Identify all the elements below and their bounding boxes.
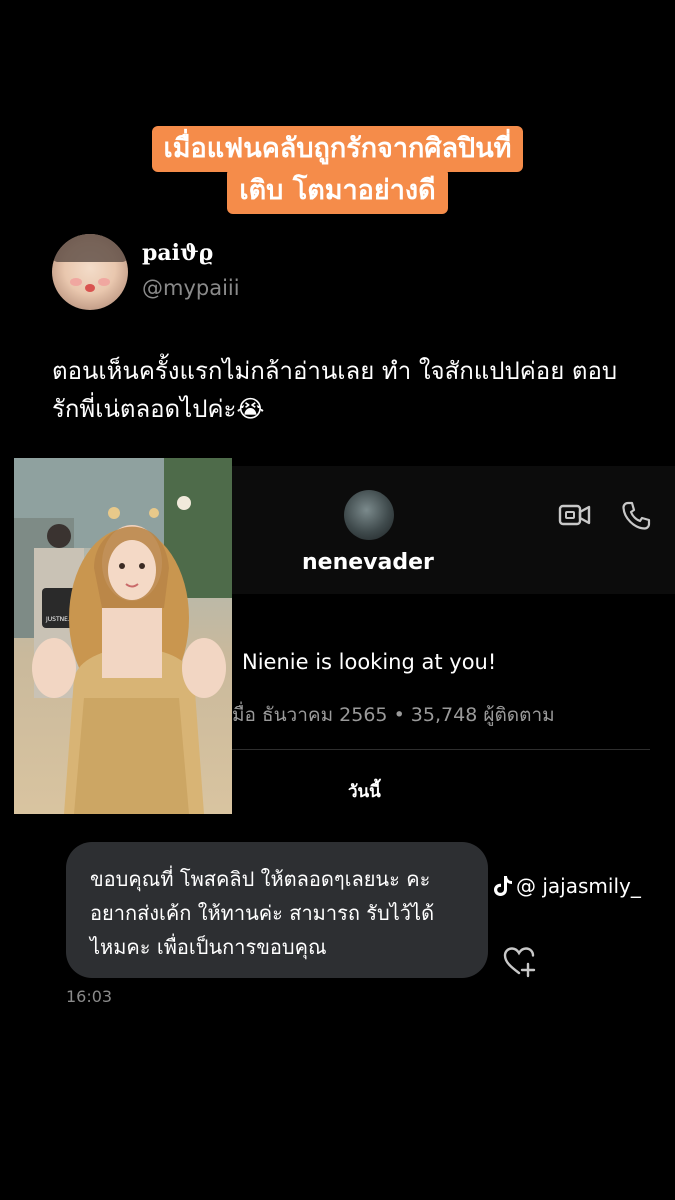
post-text: ตอนเห็นครั้งแรกไม่กล้าอ่านเลย ทำ ใจสักแป… [52, 357, 618, 423]
phone-call-icon[interactable] [620, 500, 652, 532]
chat-header-panel [232, 466, 675, 594]
chat-profile-bio: Nienie is looking at you! [242, 650, 497, 674]
chat-day-label: วันนี้ [348, 782, 381, 802]
artist-photo: JUSTNE. [14, 458, 232, 814]
chat-divider [232, 749, 650, 750]
tiktok-watermark: @ jajasmily_ [493, 871, 641, 901]
chat-message-time: 16:03 [66, 987, 113, 1006]
tiktok-icon [494, 876, 512, 896]
chat-profile-avatar[interactable] [344, 490, 394, 540]
chat-message-text: ขอบคุณที่ โพสคลิป ให้ตลอดๆเลยนะ คะ อยากส… [90, 867, 435, 959]
caption-line-2: เติบ โตมาอย่างดี [227, 168, 448, 214]
video-call-icon[interactable] [558, 502, 592, 528]
chat-profile-meta: มื่อ ธันวาคม 2565 • 35,748 ผู้ติดตาม [232, 704, 555, 726]
user-display-name[interactable]: paiϑϱ [142, 240, 213, 266]
heart-react-icon[interactable] [502, 944, 536, 978]
caption-banner: เมื่อแฟนคลับถูกรักจากศิลปินที่ เติบ โตมา… [0, 126, 675, 214]
watermark-handle: @ jajasmily_ [516, 874, 641, 898]
user-handle[interactable]: @mypaiii [142, 276, 240, 300]
user-avatar[interactable] [52, 234, 128, 310]
chat-message-bubble[interactable]: ขอบคุณที่ โพสคลิป ให้ตลอดๆเลยนะ คะ อยากส… [66, 842, 488, 978]
chat-profile-name[interactable]: nenevader [302, 550, 434, 575]
caption-line-1: เมื่อแฟนคลับถูกรักจากศิลปินที่ [151, 126, 524, 172]
svg-text:JUSTNE.: JUSTNE. [45, 616, 70, 623]
